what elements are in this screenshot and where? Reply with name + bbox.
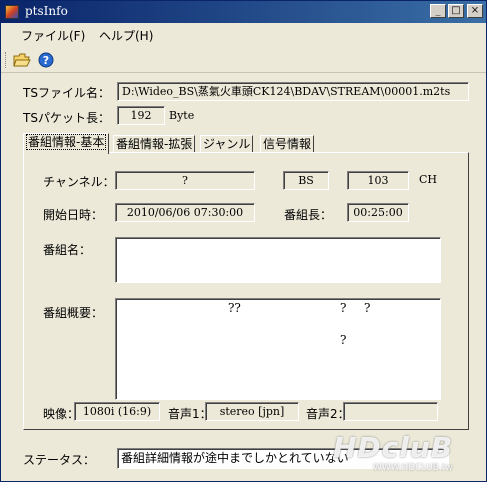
tab-signal-label: 信号情報 xyxy=(263,137,312,151)
maximize-button[interactable]: □ xyxy=(448,4,464,18)
tab-extended-label: 番組情報-拡張 xyxy=(116,137,193,151)
program-name-field[interactable] xyxy=(115,237,441,283)
channel-name-field[interactable]: ? xyxy=(115,171,255,190)
duration-label: 番組長： xyxy=(284,208,333,222)
channel-number-field[interactable]: 103 xyxy=(347,171,409,190)
toolbar-grip[interactable] xyxy=(5,52,8,68)
ts-packet-field[interactable]: 192 xyxy=(117,106,165,125)
video-field[interactable]: 1080i (16:9) xyxy=(74,402,160,421)
ts-file-field[interactable]: D:\Wideo_BS\蒸氣火車頭CK124\BDAV\STREAM\00001… xyxy=(117,82,469,101)
menu-help[interactable]: ヘルプ(H) xyxy=(99,27,153,44)
start-time-field[interactable]: 2010/06/06 07:30:00 xyxy=(115,203,255,222)
status-label: ステータス： xyxy=(23,453,96,467)
title-bar[interactable]: ptsInfo _ □ × xyxy=(1,1,486,23)
menu-bar: ファイル(F) ヘルプ(H) xyxy=(1,23,486,47)
svg-text:?: ? xyxy=(43,54,49,67)
tab-basic[interactable]: 番組情報-基本 xyxy=(23,133,110,154)
duration-field[interactable]: 00:25:00 xyxy=(347,203,409,222)
ts-file-label: TSファイル名： xyxy=(23,86,110,100)
tab-basic-label: 番組情報-基本 xyxy=(26,134,107,150)
tab-genre[interactable]: ジャンル xyxy=(200,135,254,153)
summary-text-1: ?? xyxy=(228,301,241,315)
program-summary-label: 番組概要： xyxy=(43,306,104,320)
channel-label: チャンネル： xyxy=(43,175,115,189)
audio1-field[interactable]: stereo [jpn] xyxy=(205,402,299,421)
help-icon[interactable]: ? xyxy=(37,51,55,69)
watermark-logo: HDcluB WWW.HDCLUB.tw xyxy=(333,431,483,479)
menu-file[interactable]: ファイル(F) xyxy=(21,27,85,44)
toolbar: ? xyxy=(1,47,486,73)
tab-genre-label: ジャンル xyxy=(203,137,251,151)
ts-packet-unit: Byte xyxy=(169,109,195,122)
tab-extended[interactable]: 番組情報-拡張 xyxy=(113,135,196,153)
tab-signal[interactable]: 信号情報 xyxy=(260,135,315,153)
summary-text-4: ? xyxy=(340,333,347,347)
window-title: ptsInfo xyxy=(25,4,68,18)
ts-packet-label: TSパケット長： xyxy=(23,111,110,125)
channel-unit-label: CH xyxy=(419,173,438,186)
app-icon xyxy=(5,5,19,19)
open-folder-icon[interactable] xyxy=(13,51,31,69)
watermark-logo-text: HDcluB xyxy=(333,431,454,464)
summary-text-2: ? xyxy=(340,301,347,315)
close-button[interactable]: × xyxy=(467,4,483,18)
minimize-button[interactable]: _ xyxy=(430,4,446,18)
summary-text-3: ? xyxy=(364,301,371,315)
watermark-url: WWW.HDCLUB.tw xyxy=(373,463,453,473)
start-time-label: 開始日時： xyxy=(43,208,104,222)
audio2-field[interactable] xyxy=(343,402,438,421)
program-summary-field[interactable] xyxy=(115,298,441,400)
network-field[interactable]: BS xyxy=(283,171,329,190)
app-window: ptsInfo _ □ × ファイル(F) ヘルプ(H) ? TSファイル名： … xyxy=(0,0,487,482)
program-name-label: 番組名： xyxy=(43,243,92,257)
